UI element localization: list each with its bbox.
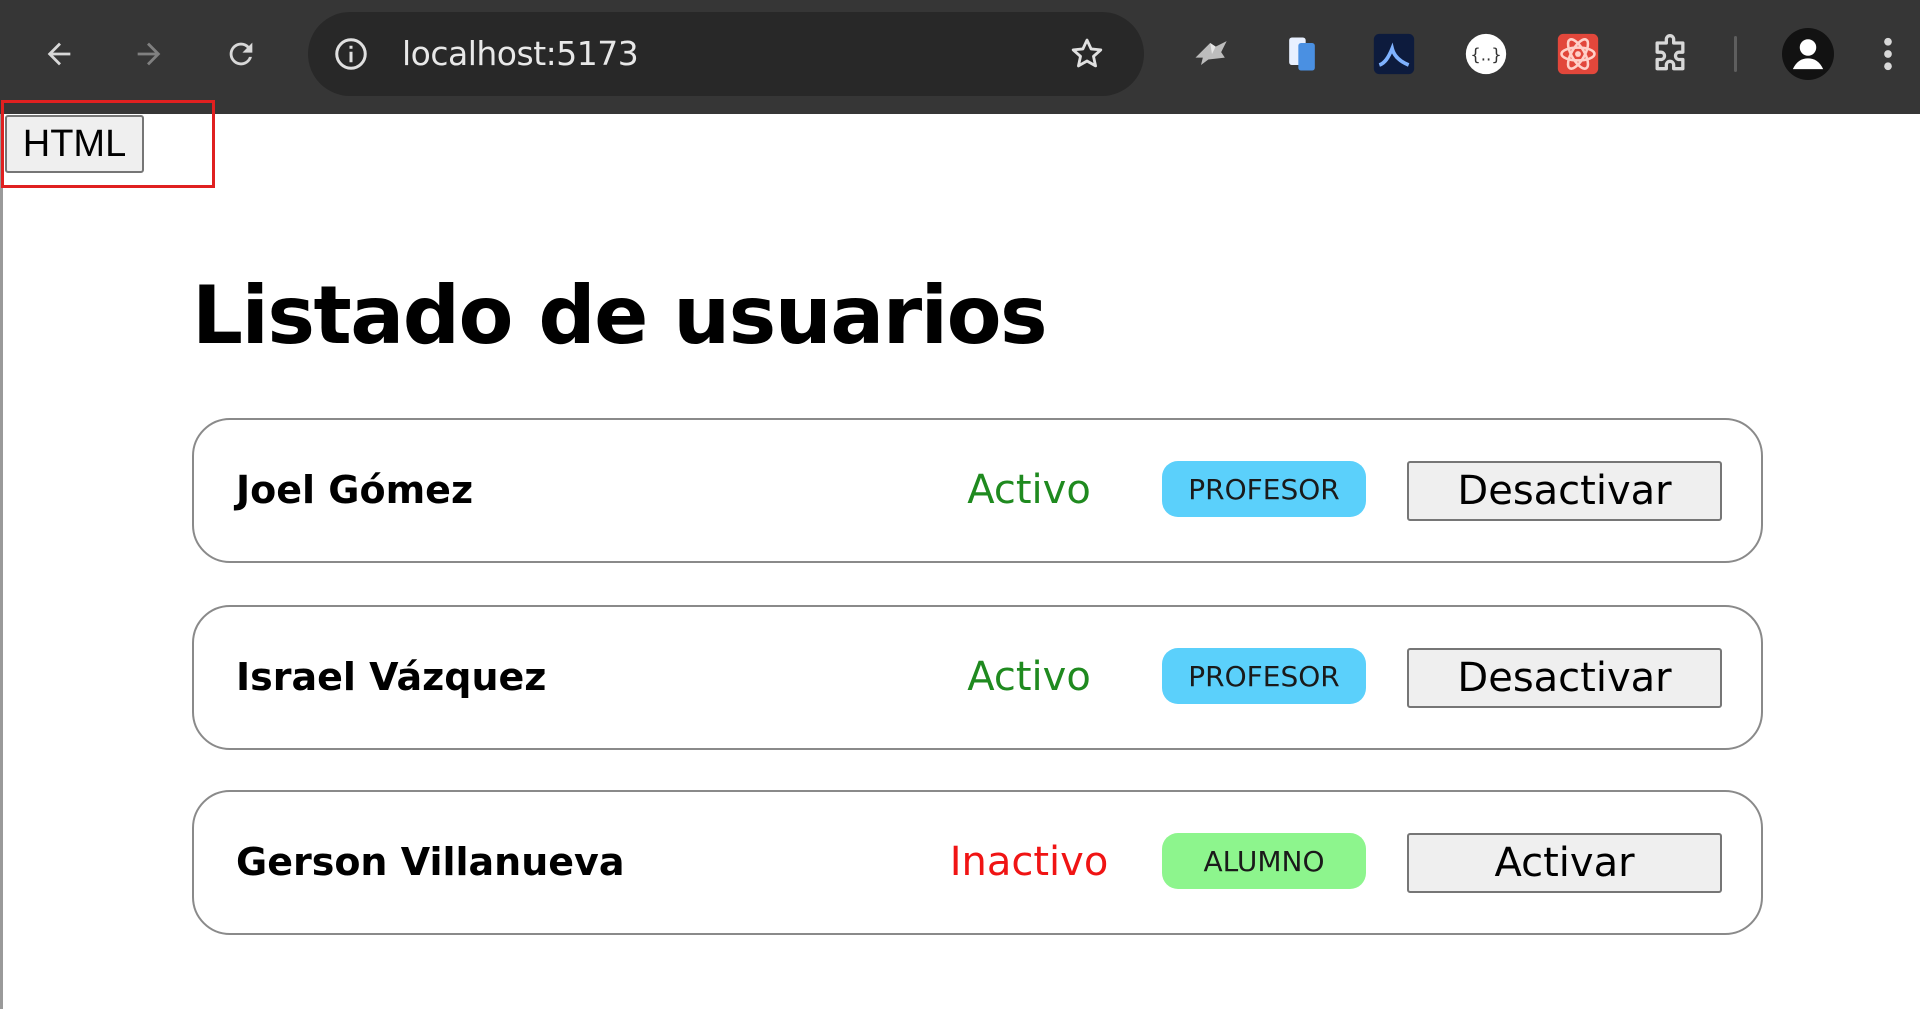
role-badge: ALUMNO (1162, 833, 1366, 889)
page-left-border (0, 114, 3, 1009)
puzzle-extensions-icon[interactable] (1648, 32, 1692, 76)
user-status: Activo (967, 467, 1091, 513)
info-icon[interactable] (330, 33, 372, 75)
user-card: Joel Gómez Activo PROFESOR Desactivar (192, 418, 1763, 563)
svg-text:{..}: {..} (1470, 45, 1502, 64)
kebab-menu-icon[interactable] (1872, 32, 1904, 76)
deactivate-button[interactable]: Desactivar (1407, 461, 1722, 521)
back-button[interactable] (32, 27, 86, 81)
page-title: Listado de usuarios (192, 269, 1048, 362)
json-extension-icon[interactable]: {..} (1464, 32, 1508, 76)
toolbar-divider (1734, 36, 1737, 72)
browser-toolbar: localhost:5173 {..} (0, 0, 1920, 114)
reload-button[interactable] (214, 27, 268, 81)
html-button[interactable]: HTML (5, 115, 144, 173)
user-name: Joel Gómez (236, 468, 474, 512)
arrow-right-icon (137, 42, 161, 66)
address-bar[interactable]: localhost:5173 (308, 12, 1144, 96)
bird-extension-icon[interactable] (1190, 32, 1234, 76)
role-badge: PROFESOR (1162, 461, 1366, 517)
vpn-extension-icon[interactable] (1372, 32, 1416, 76)
user-status: Inactivo (949, 839, 1109, 885)
user-name: Gerson Villanueva (236, 840, 625, 884)
profile-avatar-icon[interactable] (1782, 28, 1834, 80)
user-card: Israel Vázquez Activo PROFESOR Desactiva… (192, 605, 1763, 750)
mobile-extension-icon[interactable] (1280, 32, 1324, 76)
deactivate-button[interactable]: Desactivar (1407, 648, 1722, 708)
react-devtools-icon[interactable] (1556, 32, 1600, 76)
activate-button[interactable]: Activar (1407, 833, 1722, 893)
arrow-left-icon (47, 42, 71, 66)
user-card: Gerson Villanueva Inactivo ALUMNO Activa… (192, 790, 1763, 935)
reload-icon (229, 42, 253, 66)
star-icon[interactable] (1066, 33, 1108, 75)
user-status: Activo (967, 654, 1091, 700)
role-badge: PROFESOR (1162, 648, 1366, 704)
url-text[interactable]: localhost:5173 (402, 34, 639, 74)
user-name: Israel Vázquez (236, 655, 547, 699)
forward-button[interactable] (122, 27, 176, 81)
